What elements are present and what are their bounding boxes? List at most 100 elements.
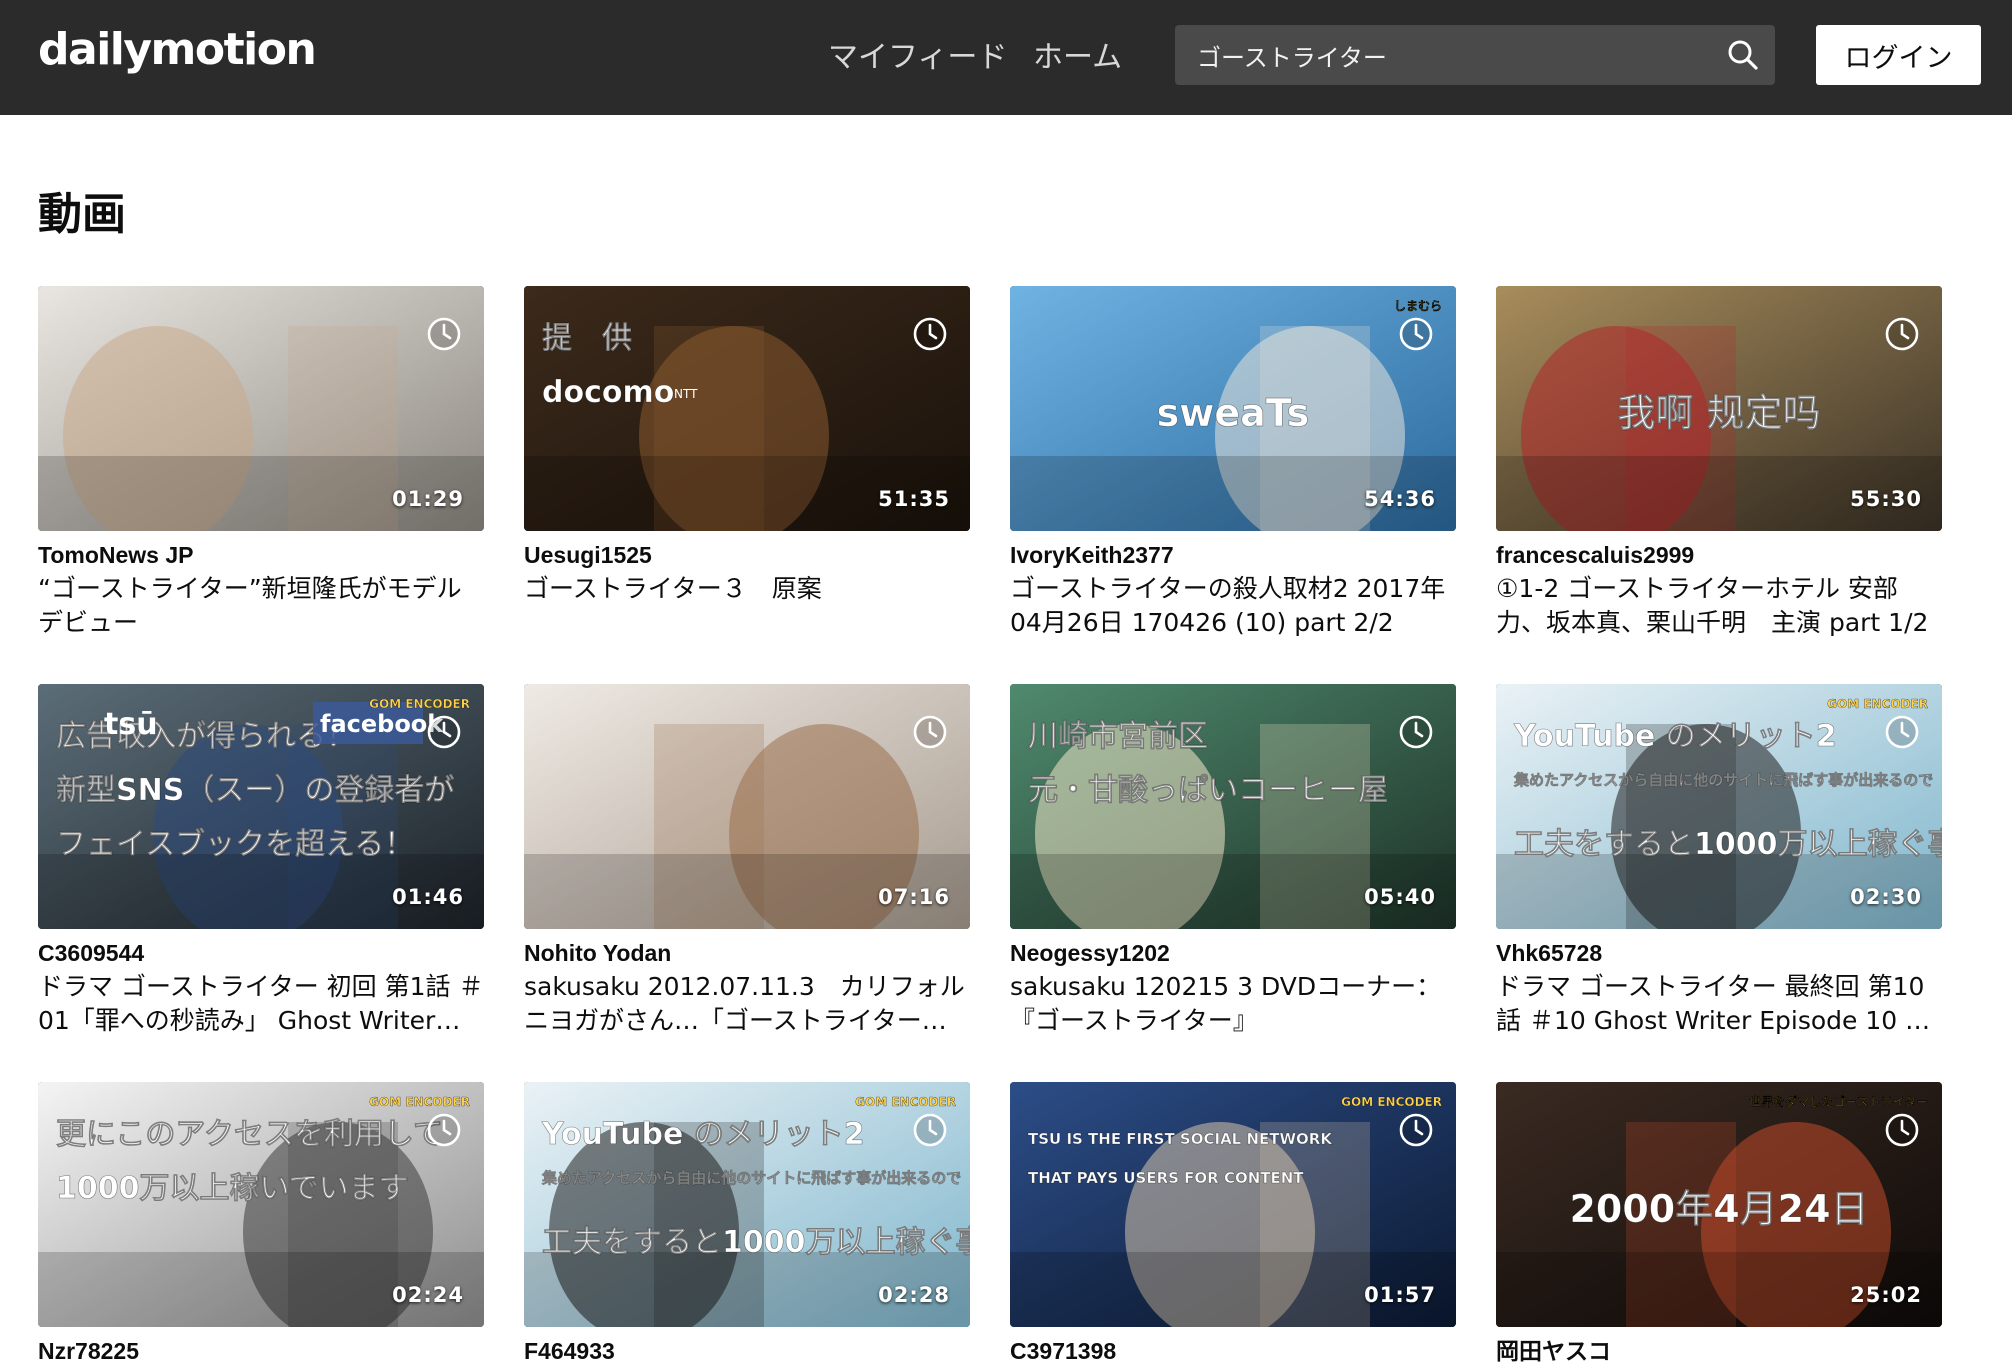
channel-name[interactable]: Vhk65728 <box>1496 938 1942 968</box>
channel-name[interactable]: francescaluis2999 <box>1496 540 1942 570</box>
video-card[interactable]: 07:16 Nohito Yodan sakusaku 2012.07.11.3 カ… <box>524 684 970 1038</box>
thumbnail-watermark: GOM ENCODER <box>369 1095 470 1109</box>
video-title[interactable]: “ゴーストライター”新垣隆氏がモデルデビュー <box>38 572 484 640</box>
thumbnail-caption: 提 供 <box>542 321 632 356</box>
video-duration: 02:28 <box>878 1283 950 1307</box>
clock-icon[interactable] <box>426 316 462 352</box>
video-thumbnail[interactable]: 更にこのアクセスを利用して 1000万以上稼いでいます GOM ENCODER 02:… <box>38 1082 484 1327</box>
video-thumbnail[interactable]: TSU IS THE FIRST SOCIAL NETWORK THAT PAYS… <box>1010 1082 1456 1327</box>
thumbnail-caption: 更にこのアクセスを利用して <box>56 1117 443 1152</box>
thumbnail-logo-tsu: tsū <box>104 707 158 742</box>
video-thumbnail[interactable]: 広告収入が得られる！ 新型SNS（スー）の登録者が フェイスブックを超える！ tsū f… <box>38 684 484 929</box>
clock-icon[interactable] <box>1398 1112 1434 1148</box>
thumbnail-caption: 元・甘酸っぱいコーヒー屋 <box>1028 773 1388 808</box>
video-thumbnail[interactable]: 提 供 docomo NTT 51:35 <box>524 286 970 531</box>
video-thumbnail[interactable]: YouTube のメリット2 集めたアクセスから自由に他のサイトに飛ばす事が出来る… <box>1496 684 1942 929</box>
clock-icon[interactable] <box>1398 714 1434 750</box>
video-title[interactable]: sakusaku 2012.07.11.3 カリフォルニヨガがさん…「ゴーストラ… <box>524 970 970 1038</box>
video-duration: 02:30 <box>1850 885 1922 909</box>
thumbnail-caption: 1000万以上稼いでいます <box>56 1171 409 1206</box>
video-title[interactable]: ゴーストライター３ 原案 <box>524 572 970 606</box>
dailymotion-logo[interactable]: dailymotion <box>38 24 317 75</box>
video-card[interactable]: TSU IS THE FIRST SOCIAL NETWORK THAT PAYS… <box>1010 1082 1456 1368</box>
thumbnail-caption: 集めたアクセスから自由に他のサイトに飛ばす事が出来るので <box>541 1169 961 1187</box>
channel-name[interactable]: TomoNews JP <box>38 540 484 570</box>
thumbnail-watermark: 世界をダマしたゴーストライター <box>1749 1094 1928 1109</box>
clock-icon[interactable] <box>1884 1112 1920 1148</box>
top-navigation-bar: dailymotion マイフィード ホーム ログイン <box>0 0 2012 115</box>
clock-icon[interactable] <box>426 1112 462 1148</box>
video-duration: 51:35 <box>878 487 950 511</box>
video-card[interactable]: 川崎市宮前区 元・甘酸っぱいコーヒー屋 05:40 Neogessy1202 sakus… <box>1010 684 1456 1038</box>
video-duration: 01:46 <box>392 885 464 909</box>
nav-home[interactable]: ホーム <box>1033 32 1122 76</box>
video-duration: 01:57 <box>1364 1283 1436 1307</box>
nav-my-feed[interactable]: マイフィード <box>828 32 1007 76</box>
channel-name[interactable]: 岡田ヤスコ <box>1496 1336 1942 1366</box>
channel-name[interactable]: Nzr78225 <box>38 1336 484 1366</box>
video-duration: 55:30 <box>1850 487 1922 511</box>
login-button[interactable]: ログイン <box>1816 25 1981 85</box>
channel-name[interactable]: Neogessy1202 <box>1010 938 1456 968</box>
thumbnail-caption: docomo <box>542 375 674 410</box>
video-title[interactable]: ①1-2 ゴーストライターホテル 安部力、坂本真、栗山千明 主演 part 1/… <box>1496 572 1942 640</box>
video-thumbnail[interactable]: 07:16 <box>524 684 970 929</box>
clock-icon[interactable] <box>1398 316 1434 352</box>
thumbnail-watermark: GOM ENCODER <box>1341 1095 1442 1109</box>
channel-name[interactable]: IvoryKeith2377 <box>1010 540 1456 570</box>
thumbnail-caption: 川崎市宮前区 <box>1028 719 1208 754</box>
video-thumbnail[interactable]: sweaTs しまむら 54:36 <box>1010 286 1456 531</box>
video-card[interactable]: 提 供 docomo NTT 51:35 Uesugi1525 ゴーストライター３ 原案 <box>524 286 970 640</box>
thumbnail-caption: THAT PAYS USERS FOR CONTENT <box>1028 1169 1304 1187</box>
channel-name[interactable]: F464933 <box>524 1336 970 1366</box>
video-title[interactable]: ドラマ ゴーストライター 初回 第1話 ＃01「罪への秒読み」 Ghost Wr… <box>38 970 484 1038</box>
thumbnail-caption: 新型SNS（スー）の登録者が <box>56 773 454 808</box>
video-duration: 25:02 <box>1850 1283 1922 1307</box>
video-duration: 07:16 <box>878 885 950 909</box>
clock-icon[interactable] <box>1884 714 1920 750</box>
channel-name[interactable]: Uesugi1525 <box>524 540 970 570</box>
thumbnail-caption: YouTube のメリット2 <box>541 1117 865 1152</box>
video-grid: 01:29 TomoNews JP “ゴーストライター”新垣隆氏がモデルデビュー提 … <box>38 286 1983 1368</box>
video-card[interactable]: YouTube のメリット2 集めたアクセスから自由に他のサイトに飛ばす事が出来る… <box>1496 684 1942 1038</box>
video-thumbnail[interactable]: 我啊 规定吗 55:30 <box>1496 286 1942 531</box>
clock-icon[interactable] <box>912 316 948 352</box>
search-bar <box>1175 25 1775 85</box>
video-card[interactable]: 我啊 规定吗 55:30 francescaluis2999 ①1-2 ゴーストライタ… <box>1496 286 1942 640</box>
thumbnail-caption: 広告収入が得られる！ <box>56 719 356 754</box>
thumbnail-caption-small: NTT <box>674 387 698 401</box>
video-title[interactable]: ゴーストライターの殺人取材2 2017年04月26日 170426 (10) p… <box>1010 572 1456 640</box>
thumbnail-caption: 我啊 规定吗 <box>1617 391 1820 435</box>
video-card[interactable]: YouTube のメリット2 集めたアクセスから自由に他のサイトに飛ばす事が出来る… <box>524 1082 970 1368</box>
video-title[interactable]: ドラマ ゴーストライター 最終回 第10話 ＃10 Ghost Writer E… <box>1496 970 1942 1038</box>
video-title[interactable]: sakusaku 120215 3 DVDコーナー：『ゴーストライター』 <box>1010 970 1456 1038</box>
video-thumbnail[interactable]: 2000年4月24日 世界をダマしたゴーストライター 25:02 <box>1496 1082 1942 1327</box>
clock-icon[interactable] <box>912 714 948 750</box>
channel-name[interactable]: C3971398 <box>1010 1336 1456 1366</box>
thumbnail-caption: フェイスブックを超える！ <box>56 827 414 862</box>
video-card[interactable]: sweaTs しまむら 54:36 IvoryKeith2377 ゴーストライターの殺人… <box>1010 286 1456 640</box>
clock-icon[interactable] <box>426 714 462 750</box>
video-thumbnail[interactable]: YouTube のメリット2 集めたアクセスから自由に他のサイトに飛ばす事が出来る… <box>524 1082 970 1327</box>
thumbnail-caption: 工夫をすると1000万以上稼ぐ事ができる <box>542 1225 970 1260</box>
thumbnail-caption: 工夫をすると1000万以上稼ぐ事ができる <box>1514 827 1942 862</box>
clock-icon[interactable] <box>912 1112 948 1148</box>
thumbnail-watermark: GOM ENCODER <box>1827 697 1928 711</box>
thumbnail-caption: 2000年4月24日 <box>1569 1187 1868 1231</box>
video-card[interactable]: 2000年4月24日 世界をダマしたゴーストライター 25:02 岡田ヤスコ <box>1496 1082 1942 1368</box>
channel-name[interactable]: Nohito Yodan <box>524 938 970 968</box>
video-card[interactable]: 更にこのアクセスを利用して 1000万以上稼いでいます GOM ENCODER 02:… <box>38 1082 484 1368</box>
video-card[interactable]: 広告収入が得られる！ 新型SNS（スー）の登録者が フェイスブックを超える！ tsū f… <box>38 684 484 1038</box>
page-title: 動画 <box>38 189 126 240</box>
thumbnail-caption: YouTube のメリット2 <box>1513 719 1837 754</box>
thumbnail-watermark: GOM ENCODER <box>855 1095 956 1109</box>
video-thumbnail[interactable]: 01:29 <box>38 286 484 531</box>
search-icon[interactable] <box>1725 37 1761 73</box>
thumbnail-watermark: GOM ENCODER <box>369 697 470 711</box>
video-thumbnail[interactable]: 川崎市宮前区 元・甘酸っぱいコーヒー屋 05:40 <box>1010 684 1456 929</box>
video-card[interactable]: 01:29 TomoNews JP “ゴーストライター”新垣隆氏がモデルデビュー <box>38 286 484 640</box>
thumbnail-caption: 集めたアクセスから自由に他のサイトに飛ばす事が出来るので <box>1513 771 1933 789</box>
clock-icon[interactable] <box>1884 316 1920 352</box>
channel-name[interactable]: C3609544 <box>38 938 484 968</box>
search-input[interactable] <box>1175 25 1695 85</box>
